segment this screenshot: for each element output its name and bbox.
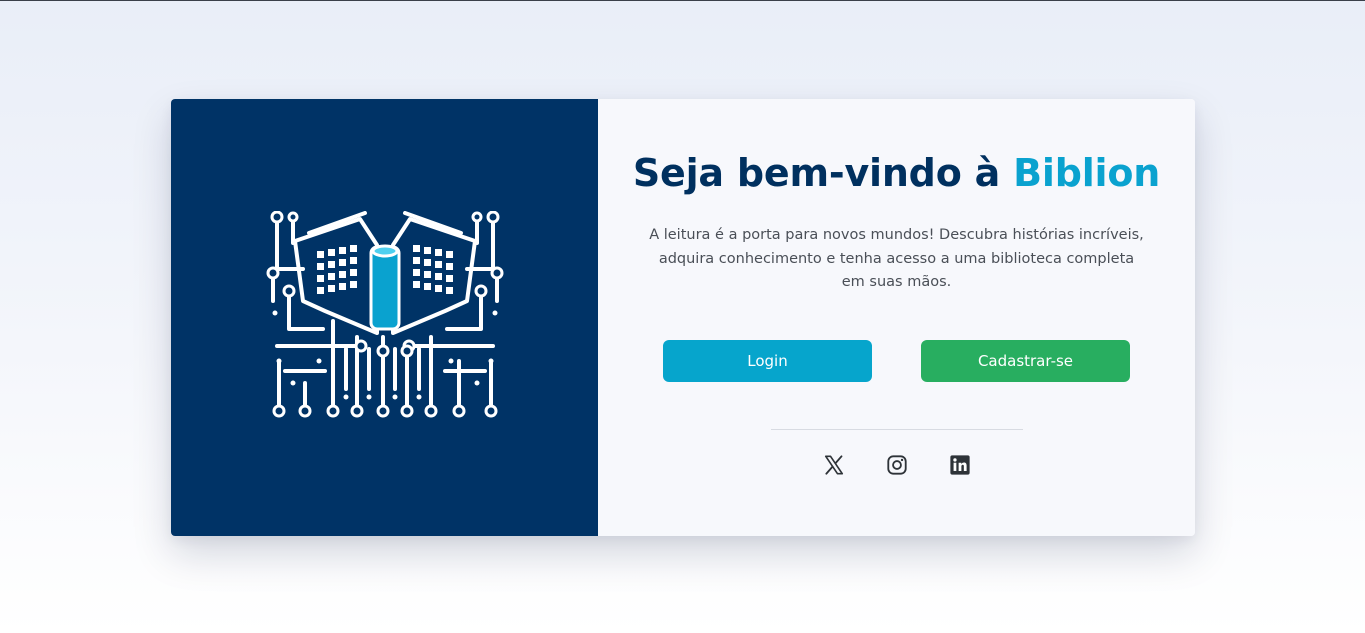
welcome-card: Seja bem-vindo à Biblion A leitura é a p… xyxy=(171,99,1195,536)
welcome-panel: Seja bem-vindo à Biblion A leitura é a p… xyxy=(598,99,1195,536)
x-icon xyxy=(824,455,843,475)
linkedin-icon xyxy=(949,455,970,475)
title-prefix: Seja bem-vindo à xyxy=(632,151,1014,195)
logo-panel xyxy=(171,99,598,536)
welcome-description: A leitura é a porta para novos mundos! D… xyxy=(649,227,1144,290)
instagram-icon xyxy=(886,455,907,475)
x-link[interactable] xyxy=(823,454,845,476)
brand-name: Biblion xyxy=(1013,151,1161,195)
book-circuit-icon xyxy=(266,210,503,417)
instagram-link[interactable] xyxy=(886,454,908,476)
login-button[interactable]: Login xyxy=(663,340,872,382)
linkedin-link[interactable] xyxy=(949,454,971,476)
divider xyxy=(771,429,1023,430)
biblion-logo xyxy=(265,210,505,425)
social-links xyxy=(598,454,1195,476)
page-title: Seja bem-vindo à Biblion xyxy=(598,151,1195,195)
signup-button[interactable]: Cadastrar-se xyxy=(921,340,1130,382)
